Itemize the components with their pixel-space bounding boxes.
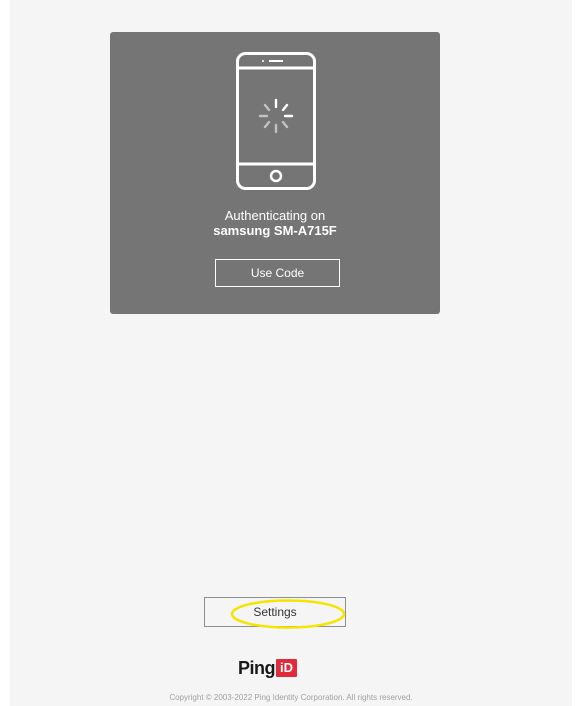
- loading-spinner-icon: [258, 98, 294, 134]
- logo-ping-text: Ping: [238, 657, 276, 678]
- settings-button[interactable]: Settings: [204, 597, 346, 627]
- authentication-card: Authenticating on samsung SM-A715F Use C…: [110, 32, 440, 314]
- logo-id-badge: iD: [276, 659, 297, 677]
- pingid-logo: Ping iD: [238, 655, 297, 681]
- authenticating-label: Authenticating on: [224, 208, 326, 223]
- authentication-status: Authenticating on samsung SM-A715F: [110, 208, 440, 238]
- copyright-text: Copyright © 2003-2022 Ping Identity Corp…: [169, 693, 413, 702]
- device-name: samsung SM-A715F: [213, 223, 337, 238]
- settings-container: Settings: [204, 597, 346, 627]
- page-background: Authenticating on samsung SM-A715F Use C…: [10, 0, 572, 706]
- use-code-button[interactable]: Use Code: [215, 259, 340, 287]
- smartphone-icon: [236, 52, 316, 190]
